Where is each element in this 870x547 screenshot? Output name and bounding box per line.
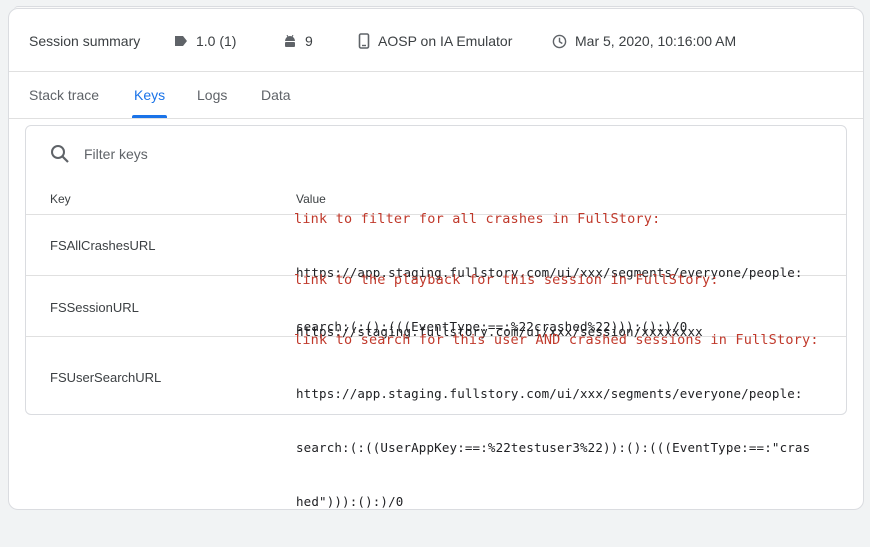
timestamp-text: Mar 5, 2020, 10:16:00 AM: [575, 33, 737, 49]
android-icon: [285, 35, 295, 47]
row-annotation: link to filter for all crashes in FullSt…: [294, 211, 661, 227]
tab-keys[interactable]: Keys: [131, 87, 168, 118]
tab-bar: Stack trace Keys Logs Data: [9, 72, 863, 119]
tab-data[interactable]: Data: [261, 87, 291, 103]
filter-keys-input[interactable]: [82, 145, 386, 163]
row-annotation: link to the playback for this session in…: [294, 272, 719, 288]
search-icon: [51, 145, 69, 163]
session-summary-bar: Session summary 1.0 (1) 9 AOSP on IA Emu…: [9, 9, 863, 72]
device-text: AOSP on IA Emulator: [378, 33, 513, 49]
session-summary-title: Session summary: [29, 33, 141, 49]
row-value[interactable]: https://app.staging.fullstory.com/ui/xxx…: [296, 349, 810, 547]
table-row[interactable]: FSUserSearchURL link to search for this …: [26, 332, 846, 509]
row-key: FSSessionURL: [50, 300, 139, 315]
device-info: AOSP on IA Emulator: [358, 33, 512, 49]
version-text: 1.0 (1): [196, 33, 237, 49]
os-version-info: 9: [283, 33, 313, 49]
session-panel: Session summary 1.0 (1) 9 AOSP on IA Emu…: [8, 8, 864, 510]
table-row[interactable]: FSSessionURL link to the playback for th…: [26, 272, 846, 339]
row-value-line: hed"))):():)/0: [296, 494, 404, 509]
version-info: 1.0 (1): [174, 33, 236, 49]
tab-logs[interactable]: Logs: [197, 87, 227, 103]
row-value-line: https://app.staging.fullstory.com/ui/xxx…: [296, 386, 803, 401]
clock-icon: [552, 34, 567, 48]
tab-stack-trace[interactable]: Stack trace: [29, 87, 99, 103]
table-row[interactable]: FSAllCrashesURL link to filter for all c…: [26, 211, 846, 334]
keys-card: Key Value FSAllCrashesURL link to filter…: [25, 125, 847, 509]
phone-icon: [358, 33, 370, 49]
tag-icon: [175, 36, 187, 46]
row-annotation: link to search for this user AND crashed…: [294, 332, 819, 348]
column-header-value: Value: [296, 192, 326, 206]
row-key: FSUserSearchURL: [50, 370, 162, 385]
filter-bar: [50, 144, 386, 164]
os-version-text: 9: [305, 33, 313, 49]
timestamp-info: Mar 5, 2020, 10:16:00 AM: [552, 33, 736, 49]
column-header-key: Key: [50, 192, 71, 206]
row-key: FSAllCrashesURL: [50, 238, 156, 253]
row-value-line: search:(:((UserAppKey:==:%22testuser3%22…: [296, 440, 811, 455]
